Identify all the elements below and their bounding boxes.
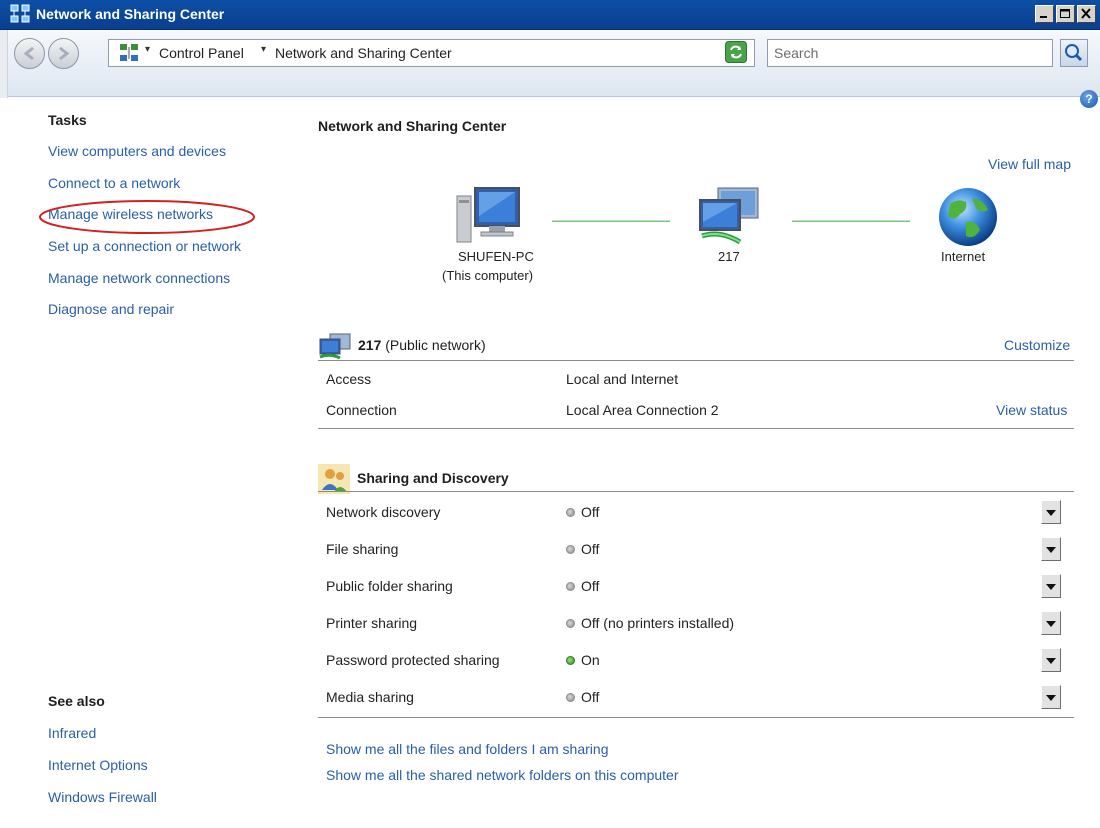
minimize-icon (1040, 16, 1047, 18)
public-folder-sharing-state: Off (581, 578, 600, 594)
tasks-heading: Tasks (48, 112, 87, 128)
network-discovery-status: Off (566, 504, 599, 520)
search-input[interactable]: Search (767, 39, 1053, 67)
customize-link[interactable]: Customize (1004, 337, 1070, 353)
status-off-icon (566, 692, 575, 702)
forward-button[interactable] (48, 38, 79, 69)
task-manage-connections[interactable]: Manage network connections (48, 270, 230, 286)
show-shared-folders-link[interactable]: Show me all the shared network folders o… (326, 767, 679, 783)
task-view-computers[interactable]: View computers and devices (48, 143, 226, 159)
network-center-icon (10, 4, 30, 23)
network-title: 217 (Public network) (358, 337, 486, 353)
back-button[interactable] (14, 38, 45, 69)
sharing-people-icon (318, 464, 350, 494)
content-area: ? Tasks View computers and devices Conne… (0, 90, 1100, 828)
close-icon (1081, 8, 1091, 19)
computer-icon[interactable] (455, 186, 525, 248)
media-sharing-label: Media sharing (326, 689, 414, 705)
public-folder-sharing-label: Public folder sharing (326, 578, 453, 594)
breadcrumb-control-panel[interactable]: Control Panel (159, 45, 244, 61)
minimize-button[interactable] (1035, 5, 1054, 23)
globe-icon[interactable] (936, 186, 1000, 248)
file-sharing-expand-button[interactable] (1041, 537, 1061, 561)
access-value: Local and Internet (566, 371, 679, 387)
view-full-map-link[interactable]: View full map (988, 156, 1071, 172)
file-sharing-label: File sharing (326, 541, 399, 557)
maximize-icon (1060, 9, 1070, 18)
network-discovery-state: Off (581, 504, 600, 520)
search-button[interactable] (1060, 39, 1088, 67)
see-also-windows-firewall[interactable]: Windows Firewall (48, 789, 157, 805)
close-button[interactable] (1077, 5, 1096, 23)
task-manage-wireless[interactable]: Manage wireless networks (48, 206, 213, 222)
tasks-pane: Tasks View computers and devices Connect… (0, 98, 300, 828)
divider (318, 428, 1074, 429)
public-folder-sharing-status: Off (566, 578, 599, 594)
connection-label: Connection (326, 402, 397, 418)
password-sharing-status: On (566, 652, 600, 668)
navigation-bar: ▾ Control Panel ▾ Network and Sharing Ce… (0, 31, 1100, 97)
file-sharing-state: Off (581, 541, 600, 557)
status-off-icon (566, 507, 575, 517)
computer-name-label: SHUFEN-PC (458, 249, 534, 264)
breadcrumb-network-and-sharing-center[interactable]: Network and Sharing Center (275, 45, 452, 61)
status-off-icon (566, 618, 575, 628)
page-title: Network and Sharing Center (318, 118, 507, 134)
printer-sharing-expand-button[interactable] (1041, 611, 1061, 635)
divider (318, 491, 1074, 492)
password-sharing-label: Password protected sharing (326, 652, 500, 668)
media-sharing-state: Off (581, 689, 600, 705)
network-icon (319, 333, 351, 359)
public-folder-sharing-expand-button[interactable] (1041, 574, 1061, 598)
show-shared-files-link[interactable]: Show me all the files and folders I am s… (326, 741, 608, 757)
network-name: 217 (358, 337, 382, 353)
printer-sharing-state: Off (no printers installed) (581, 615, 735, 631)
network-section-header: 217 (Public network) Customize (318, 331, 1074, 361)
forward-arrow-icon (59, 46, 70, 61)
status-off-icon (566, 581, 575, 591)
internet-label: Internet (941, 249, 986, 264)
see-also-infrared[interactable]: Infrared (48, 725, 96, 741)
connection-line (552, 220, 670, 222)
back-arrow-icon (23, 46, 34, 61)
password-sharing-state: On (581, 652, 600, 668)
window-title: Network and Sharing Center (36, 6, 225, 22)
task-connect-network[interactable]: Connect to a network (48, 175, 180, 191)
task-diagnose-repair[interactable]: Diagnose and repair (48, 301, 174, 317)
sharing-heading: Sharing and Discovery (357, 470, 509, 486)
printer-sharing-status: Off (no printers installed) (566, 615, 734, 631)
network-discovery-expand-button[interactable] (1041, 500, 1061, 524)
breadcrumb-arrow-icon[interactable]: ▾ (145, 44, 150, 55)
network-type: (Public network) (385, 337, 486, 353)
search-placeholder: Search (774, 45, 819, 61)
help-icon[interactable]: ? (1080, 90, 1098, 108)
connection-value: Local Area Connection 2 (566, 402, 719, 418)
view-status-link[interactable]: View status (996, 402, 1067, 418)
see-also-heading: See also (48, 693, 105, 709)
see-also-internet-options[interactable]: Internet Options (48, 757, 148, 773)
status-on-icon (566, 655, 575, 665)
refresh-icon[interactable] (725, 41, 747, 63)
media-sharing-status: Off (566, 689, 599, 705)
maximize-button[interactable] (1056, 5, 1075, 23)
printer-sharing-label: Printer sharing (326, 615, 418, 631)
network-name-label: 217 (718, 249, 740, 264)
network-discovery-label: Network discovery (326, 504, 441, 520)
network-icon[interactable] (696, 186, 766, 248)
title-bar[interactable]: Network and Sharing Center (0, 0, 1100, 30)
computer-sub-label: (This computer) (442, 268, 534, 283)
network-center-icon (120, 44, 138, 61)
access-label: Access (326, 371, 372, 387)
breadcrumb-arrow-icon[interactable]: ▾ (261, 44, 266, 55)
password-sharing-expand-button[interactable] (1041, 648, 1061, 672)
divider (318, 717, 1074, 718)
address-box[interactable]: ▾ Control Panel ▾ Network and Sharing Ce… (108, 39, 755, 67)
file-sharing-status: Off (566, 541, 599, 557)
task-setup-connection[interactable]: Set up a connection or network (48, 238, 241, 254)
internet-line (792, 220, 910, 222)
status-off-icon (566, 544, 575, 554)
media-sharing-expand-button[interactable] (1041, 685, 1061, 709)
caption-buttons (1035, 5, 1096, 23)
search-icon (1065, 44, 1083, 62)
